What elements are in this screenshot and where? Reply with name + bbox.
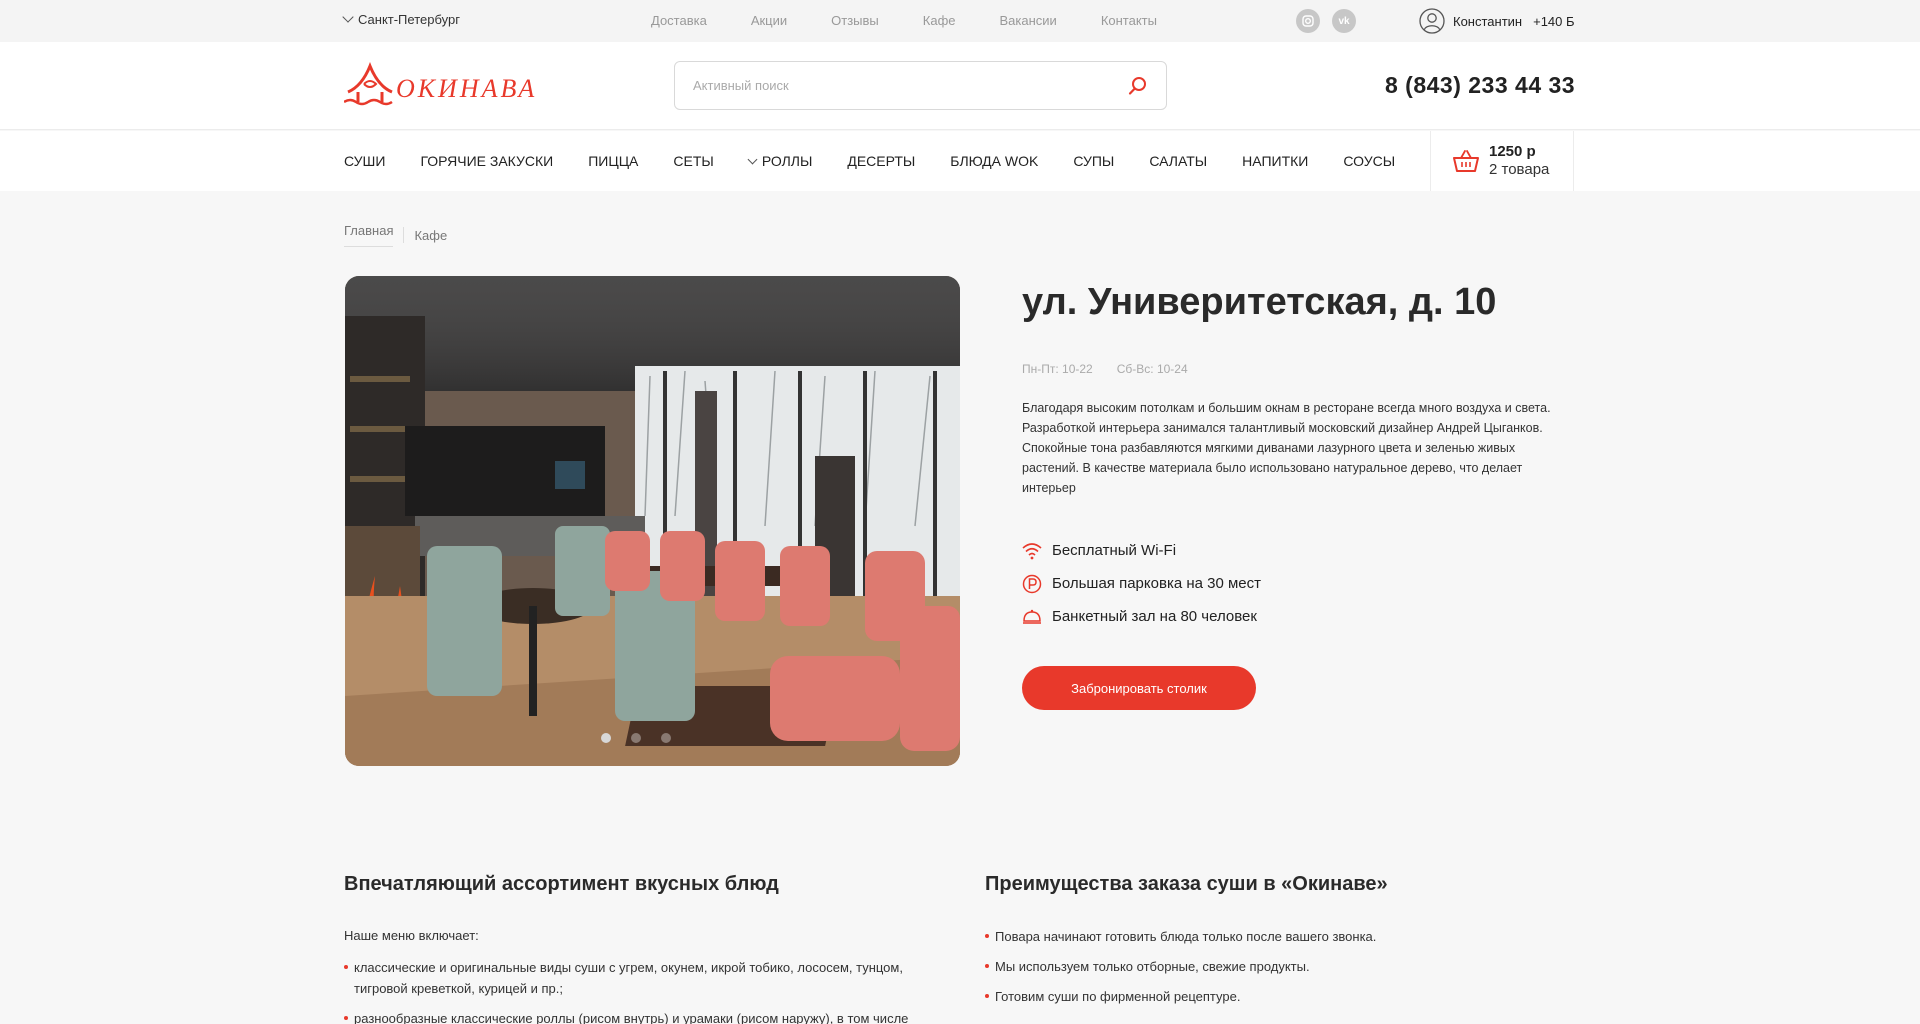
- logo[interactable]: ОКИНАВА: [343, 61, 538, 112]
- parking-icon: [1022, 574, 1042, 594]
- menu-item-desserts[interactable]: ДЕСЕРТЫ: [847, 153, 915, 169]
- menu-item-soups[interactable]: СУПЫ: [1073, 153, 1114, 169]
- basket-icon: [1453, 150, 1479, 172]
- menu-item-sauces[interactable]: СОУСЫ: [1343, 153, 1395, 169]
- slider-dot-3[interactable]: [661, 733, 671, 743]
- menu-item-hot-snacks[interactable]: ГОРЯЧИЕ ЗАКУСКИ: [420, 153, 553, 169]
- cafe-description: Благодаря высоким потолкам и большим окн…: [1022, 401, 1551, 495]
- feature-banquet-label: Банкетный зал на 80 человек: [1052, 608, 1257, 625]
- menu-item-salads[interactable]: САЛАТЫ: [1149, 153, 1207, 169]
- assortment-intro: Наше меню включает:: [344, 928, 479, 943]
- cart-count: 2 товара: [1489, 161, 1550, 178]
- list-item: Готовим суши по фирменной рецептуре.: [985, 986, 1585, 1007]
- search-box: [674, 61, 1167, 110]
- cafe-address-title: ул. Универитетская, д. 10: [1022, 281, 1497, 323]
- breadcrumb-separator: [403, 227, 405, 243]
- search-icon[interactable]: [1128, 76, 1148, 96]
- wifi-icon: [1022, 541, 1042, 561]
- vk-icon[interactable]: vk: [1332, 9, 1356, 33]
- cart-sum: 1250 р: [1489, 143, 1536, 160]
- opening-hours: Пн-Пт: 10-22 Сб-Вс: 10-24: [1022, 362, 1188, 376]
- user-account[interactable]: Константин +140 Б: [1419, 8, 1575, 34]
- breadcrumb-home[interactable]: Главная: [344, 223, 394, 247]
- category-menu: СУШИ ГОРЯЧИЕ ЗАКУСКИ ПИЦЦА СЕТЫ РОЛЛЫ ДЕ…: [344, 153, 1430, 169]
- advantages-title: Преимущества заказа суши в «Окинаве»: [985, 873, 1388, 895]
- book-table-button[interactable]: Забронировать столик: [1022, 666, 1256, 710]
- feature-wifi-label: Бесплатный Wi-Fi: [1052, 542, 1177, 559]
- user-name: Константин: [1453, 13, 1523, 29]
- advantages-list: Повара начинают готовить блюда только по…: [985, 926, 1585, 1016]
- list-item: Повара начинают готовить блюда только по…: [985, 926, 1585, 947]
- top-nav: Доставка Акции Отзывы Кафе Вакансии Конт…: [651, 13, 1201, 28]
- list-item: классические и оригинальные виды суши с …: [344, 957, 944, 999]
- logo-text: ОКИНАВА: [396, 74, 538, 103]
- cafe-features: Бесплатный Wi-Fi Большая парковка на 30 …: [1022, 534, 1261, 633]
- breadcrumb-current: Кафе: [414, 227, 448, 243]
- assortment-title: Впечатляющий ассортимент вкусных блюд: [344, 873, 779, 895]
- list-item: разнообразные классические роллы (рисом …: [344, 1008, 944, 1024]
- menu-item-rolls[interactable]: РОЛЛЫ: [747, 153, 813, 169]
- category-menu-bar: СУШИ ГОРЯЧИЕ ЗАКУСКИ ПИЦЦА СЕТЫ РОЛЛЫ ДЕ…: [0, 131, 1920, 191]
- search-input[interactable]: [693, 78, 1128, 93]
- header: ОКИНАВА 8 (843) 233 44 33: [0, 42, 1920, 130]
- feature-wifi: Бесплатный Wi-Fi: [1022, 534, 1261, 567]
- list-item: Мы используем только отборные, свежие пр…: [985, 956, 1585, 977]
- top-nav-vacancies[interactable]: Вакансии: [1000, 13, 1057, 28]
- menu-item-rolls-label: РОЛЛЫ: [761, 153, 813, 169]
- hours-weekend: Сб-Вс: 10-24: [1116, 362, 1188, 376]
- phone-number[interactable]: 8 (843) 233 44 33: [1385, 72, 1575, 99]
- cart-button[interactable]: 1250 р 2 товара: [1430, 131, 1574, 191]
- menu-item-drinks[interactable]: НАПИТКИ: [1242, 153, 1308, 169]
- menu-item-wok[interactable]: БЛЮДА WOK: [950, 153, 1038, 169]
- chevron-down-icon: [747, 154, 758, 164]
- slider-dot-2[interactable]: [631, 733, 641, 743]
- top-nav-reviews[interactable]: Отзывы: [831, 13, 879, 28]
- slider-dot-1[interactable]: [601, 733, 611, 743]
- top-bar: Санкт-Петербург Доставка Акции Отзывы Ка…: [0, 0, 1920, 42]
- cloche-icon: [1022, 607, 1042, 627]
- chevron-down-icon: [342, 11, 354, 23]
- assortment-list: классические и оригинальные виды суши с …: [344, 957, 944, 1024]
- slider-dots: [601, 733, 671, 743]
- city-label: Санкт-Петербург: [358, 12, 460, 27]
- instagram-icon[interactable]: [1296, 9, 1320, 33]
- feature-parking: Большая парковка на 30 мест: [1022, 567, 1261, 600]
- top-nav-cafe[interactable]: Кафе: [923, 13, 956, 28]
- social-links: vk: [1296, 9, 1356, 33]
- top-nav-contacts[interactable]: Контакты: [1101, 13, 1157, 28]
- breadcrumb: Главная Кафе: [344, 223, 447, 247]
- menu-item-pizza[interactable]: ПИЦЦА: [588, 153, 638, 169]
- cart-summary: 1250 р 2 товара: [1489, 143, 1549, 179]
- hours-weekdays: Пн-Пт: 10-22: [1022, 362, 1093, 376]
- bonus-balance: +140 Б: [1533, 13, 1575, 29]
- feature-banquet: Банкетный зал на 80 человек: [1022, 600, 1261, 633]
- user-icon: [1419, 8, 1445, 34]
- cafe-interior-image: [345, 276, 960, 766]
- top-nav-promotions[interactable]: Акции: [751, 13, 787, 28]
- menu-item-sets[interactable]: СЕТЫ: [673, 153, 713, 169]
- feature-parking-label: Большая парковка на 30 мест: [1052, 575, 1262, 592]
- top-nav-delivery[interactable]: Доставка: [651, 13, 707, 28]
- cafe-photo-slider[interactable]: [345, 276, 960, 766]
- menu-item-sushi[interactable]: СУШИ: [344, 153, 385, 169]
- city-selector[interactable]: Санкт-Петербург: [342, 11, 460, 27]
